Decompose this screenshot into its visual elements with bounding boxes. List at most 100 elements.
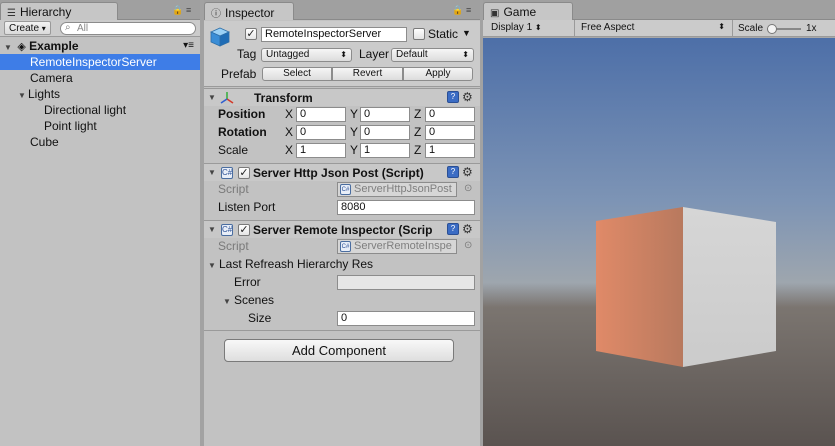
size-field[interactable]: 0 (337, 311, 475, 326)
transform-title: Transform (254, 91, 313, 105)
scale-slider-knob[interactable] (767, 24, 777, 34)
display-dropdown[interactable]: Display 1 ⬍ (487, 21, 571, 35)
cube-render (596, 207, 776, 367)
axis-y-label: Y (350, 125, 359, 139)
axis-z-label: Z (414, 107, 422, 121)
object-picker-icon[interactable]: ⊙ (464, 238, 472, 253)
search-icon: ⌕ (65, 22, 71, 33)
object-picker-icon[interactable]: ⊙ (464, 181, 472, 196)
position-z-field[interactable]: 0 (425, 107, 475, 122)
scenes-label[interactable]: Scenes (234, 293, 274, 308)
tab-inspector[interactable]: ⓘ Inspector (204, 2, 294, 20)
scale-x-field[interactable]: 1 (296, 143, 346, 158)
scale-label: Scale (738, 23, 764, 34)
create-button-label: Create (9, 23, 40, 34)
collapse-triangle-icon[interactable]: ▼ (208, 93, 218, 102)
hierarchy-item-point-light[interactable]: Point light (0, 118, 200, 134)
rotation-z-field[interactable]: 0 (425, 125, 475, 140)
rotation-y-field[interactable]: 0 (360, 125, 410, 140)
error-field[interactable] (337, 275, 475, 290)
layer-label: Layer (359, 47, 390, 61)
hierarchy-item-cube[interactable]: Cube (0, 134, 200, 150)
hierarchy-item-lights[interactable]: ▼ Lights (0, 86, 200, 102)
transform-axes-icon (220, 92, 234, 104)
dropdown-arrows-icon: ⬍ (534, 23, 542, 32)
game-tabbar: ▣ Game (483, 0, 835, 20)
scale-value: 1x (806, 23, 817, 34)
scene-menu-icon[interactable]: ▾≡ (183, 38, 194, 54)
scale-y-field[interactable]: 1 (360, 143, 410, 158)
layer-dropdown[interactable]: Default ⬍ (391, 48, 474, 62)
scene-name: Example (29, 39, 79, 53)
cube-left-face (596, 207, 683, 367)
add-component-button[interactable]: Add Component (224, 339, 454, 362)
prefab-label: Prefab (221, 67, 257, 81)
last-refresh-label[interactable]: Last Refreash Hierarchy Res (219, 257, 373, 272)
error-label: Error (234, 275, 261, 289)
create-button[interactable]: Create ▾ (4, 21, 51, 35)
object-name-field[interactable]: RemoteInspectorServer (261, 27, 407, 42)
help-book-icon[interactable]: ? (447, 223, 459, 235)
axis-y-label: Y (350, 143, 359, 157)
toolbar-divider (574, 20, 575, 37)
hierarchy-search-input[interactable]: ⌕ All (60, 22, 196, 35)
remote-inspector-header[interactable]: ▼ C# ✓ Server Remote Inspector (Scrip ? … (204, 220, 480, 238)
tab-hierarchy-label: Hierarchy (19, 5, 72, 19)
help-book-icon[interactable]: ? (447, 91, 459, 103)
gear-icon[interactable]: ⚙ (462, 90, 473, 104)
panel-menu-icon[interactable]: ≡ (186, 5, 191, 15)
hierarchy-item-camera[interactable]: Camera (0, 70, 200, 86)
game-controller-icon: ▣ (490, 8, 500, 19)
game-viewport[interactable] (483, 38, 835, 446)
tab-hierarchy[interactable]: ☰ Hierarchy (0, 2, 118, 20)
search-placeholder: All (77, 23, 89, 34)
aspect-dropdown[interactable]: Free Aspect ⬍ (577, 21, 729, 35)
game-panel: ▣ Game Display 1 ⬍ Free Aspect ⬍ Scale 1x (483, 0, 835, 446)
static-dropdown-icon[interactable]: ▼ (462, 26, 471, 41)
position-x-field[interactable]: 0 (296, 107, 346, 122)
rotation-x-field[interactable]: 0 (296, 125, 346, 140)
component-enabled-checkbox[interactable]: ✓ (238, 224, 250, 236)
dropdown-arrow-icon: ▾ (41, 24, 46, 33)
prefab-revert-button[interactable]: Revert (332, 67, 403, 81)
cube-front-face (683, 207, 776, 367)
static-label: Static (428, 27, 459, 41)
script-icon: C# (221, 167, 233, 179)
lock-icon[interactable]: 🔒 (172, 5, 183, 16)
scene-row[interactable]: ▼ ◈ Example ▾≡ (0, 38, 200, 54)
script-reference-field: C# ServerRemoteInspe (337, 239, 457, 254)
axis-x-label: X (285, 125, 294, 139)
unity-scene-icon: ◈ (17, 41, 26, 53)
gameobject-header: ✓ RemoteInspectorServer Static ▼ Tag Unt… (204, 21, 480, 87)
gear-icon[interactable]: ⚙ (462, 222, 473, 236)
expand-triangle-icon[interactable]: ▼ (208, 261, 218, 270)
hierarchy-toolbar: Create ▾ ⌕ All (0, 20, 200, 37)
position-y-field[interactable]: 0 (360, 107, 410, 122)
component-enabled-checkbox[interactable]: ✓ (238, 167, 250, 179)
expand-triangle-icon[interactable]: ▼ (223, 297, 233, 306)
script-value: ServerHttpJsonPost (354, 183, 452, 195)
listen-port-field[interactable]: 8080 (337, 200, 475, 215)
toolbar-divider (732, 20, 733, 37)
lock-icon[interactable]: 🔒 (452, 5, 463, 16)
static-checkbox[interactable] (413, 28, 425, 40)
hierarchy-item-remoteinspectorserver[interactable]: RemoteInspectorServer (0, 54, 200, 70)
scale-z-field[interactable]: 1 (425, 143, 475, 158)
tab-game[interactable]: ▣ Game (483, 2, 573, 20)
http-json-post-header[interactable]: ▼ C# ✓ Server Http Json Post (Script) ? … (204, 163, 480, 181)
prefab-apply-button[interactable]: Apply (403, 67, 473, 81)
panel-menu-icon[interactable]: ≡ (466, 5, 471, 15)
hierarchy-item-directional-light[interactable]: Directional light (0, 102, 200, 118)
gear-icon[interactable]: ⚙ (462, 165, 473, 179)
tag-dropdown[interactable]: Untagged ⬍ (261, 48, 352, 62)
game-toolbar: Display 1 ⬍ Free Aspect ⬍ Scale 1x (483, 20, 835, 37)
prefab-select-button[interactable]: Select (262, 67, 332, 81)
info-icon: ⓘ (211, 9, 221, 20)
aspect-value: Free Aspect (581, 22, 635, 33)
active-checkbox[interactable]: ✓ (245, 28, 257, 40)
collapse-triangle-icon[interactable]: ▼ (208, 168, 218, 177)
help-book-icon[interactable]: ? (447, 166, 459, 178)
transform-header[interactable]: ▼ Transform ? ⚙ (204, 88, 480, 106)
collapse-triangle-icon[interactable]: ▼ (208, 225, 218, 234)
scale-label: Scale (218, 143, 249, 157)
